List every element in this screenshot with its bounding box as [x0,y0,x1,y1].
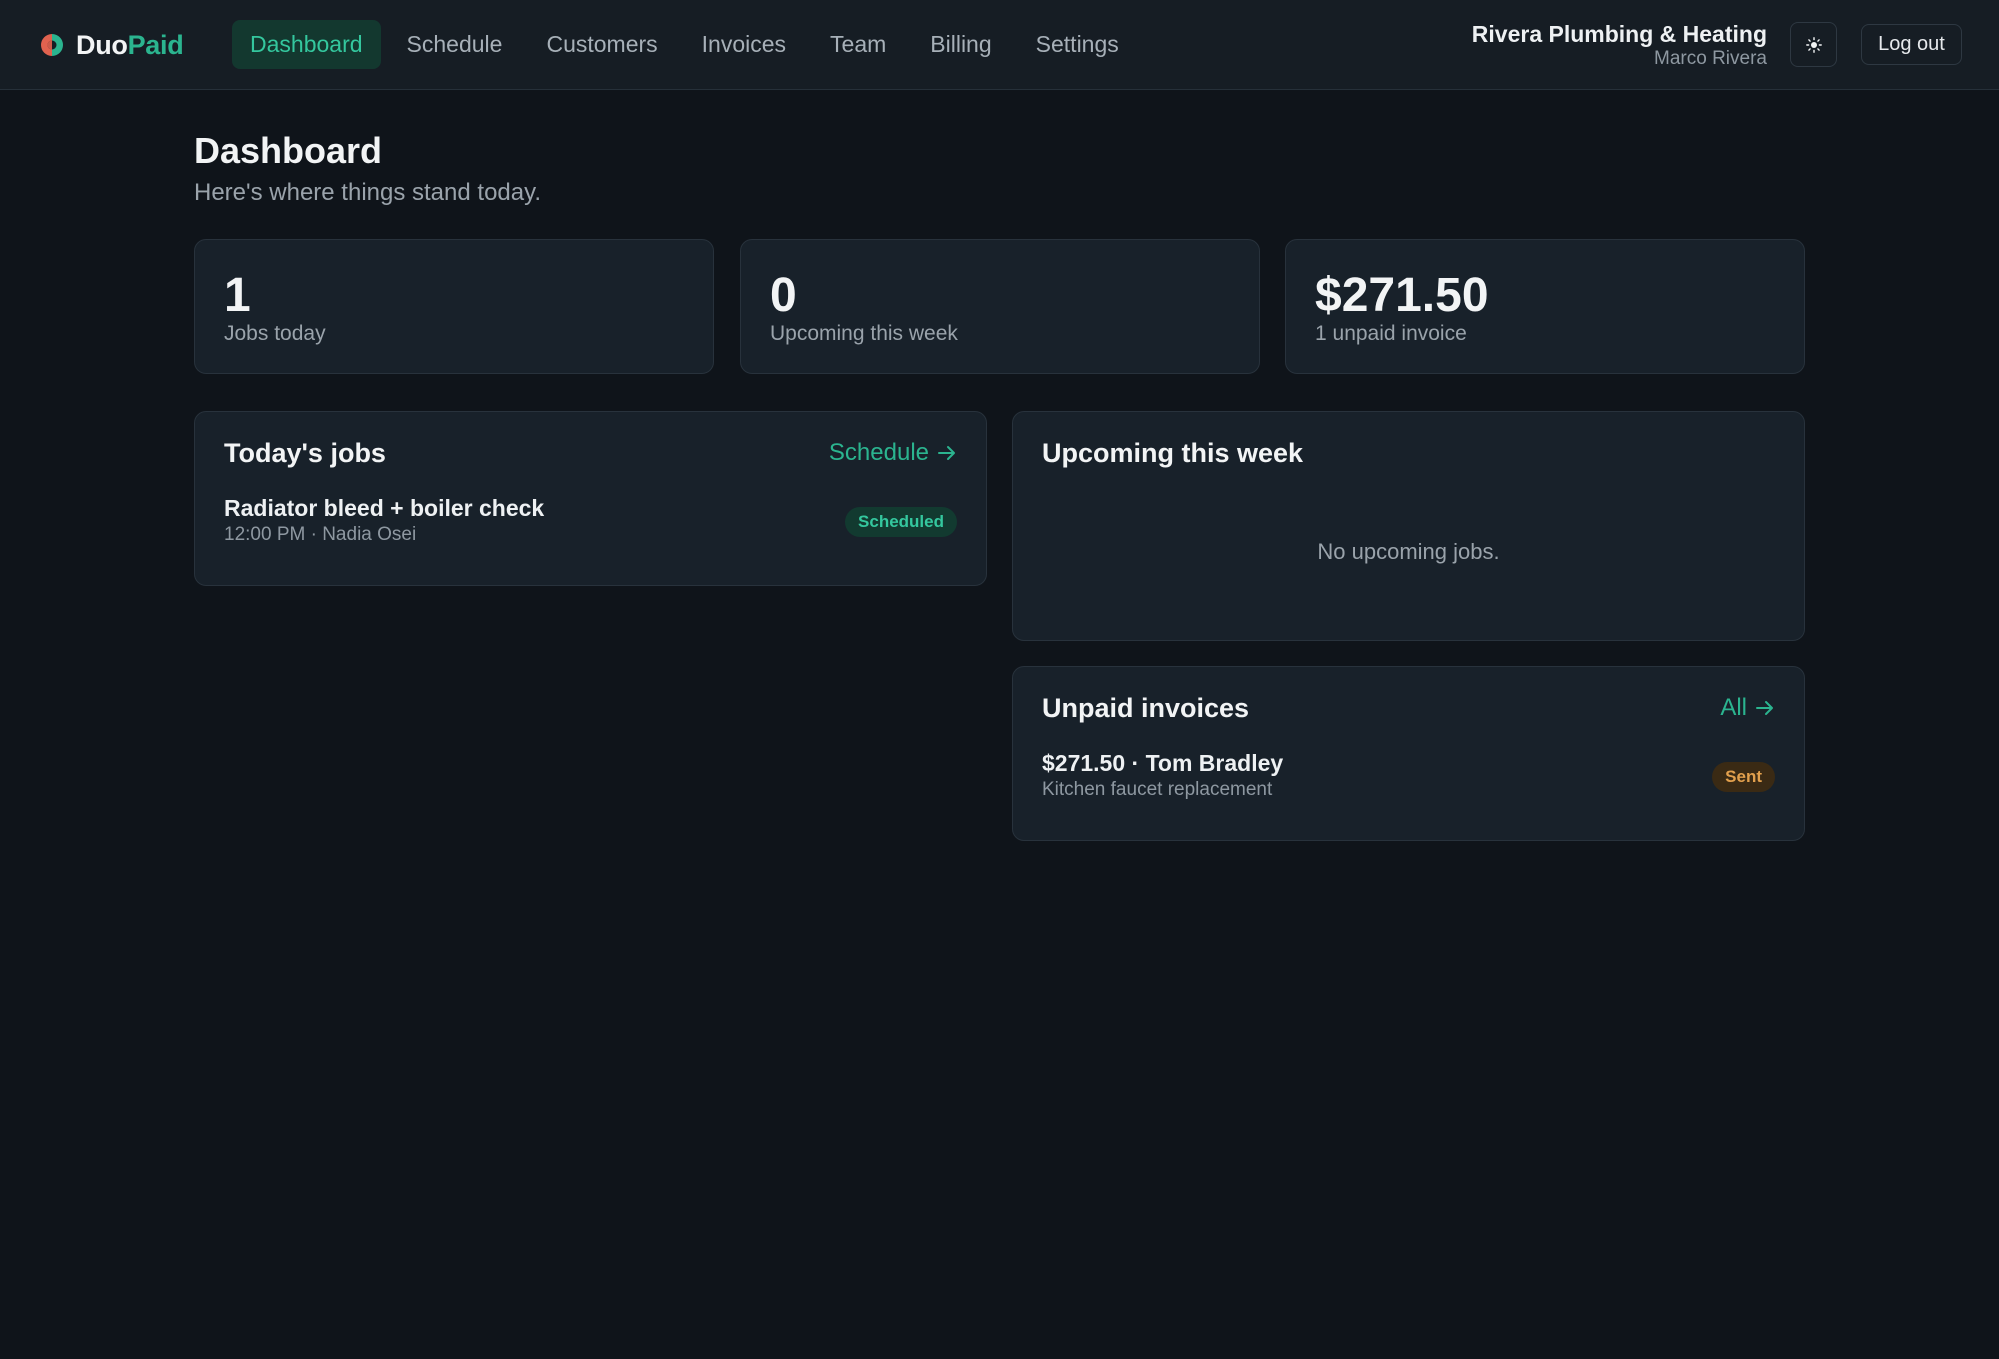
link-label: Schedule [828,439,929,466]
stat-card-upcoming: 0 Upcoming this week [740,239,1260,374]
arrow-right-icon [938,446,955,460]
brand-logo[interactable]: DuoPaid [40,28,184,62]
nav-billing[interactable]: Billing [912,20,1009,69]
status-badge: Scheduled [845,507,957,537]
status-badge: Sent [1712,762,1775,792]
invoice-title: $271.50 · Tom Bradley [1042,750,1284,776]
nav-invoices[interactable]: Invoices [684,20,804,69]
card-title: Unpaid invoices [1042,693,1250,723]
card-title: Today's jobs [224,438,386,468]
nav-team[interactable]: Team [812,20,904,69]
nav-schedule[interactable]: Schedule [389,20,521,69]
invoice-description: Kitchen faucet replacement [1042,779,1273,800]
stat-card-jobs-today: 1 Jobs today [194,239,714,374]
org-name: Rivera Plumbing & Heating [1471,21,1767,47]
nav-dashboard[interactable]: Dashboard [232,20,381,69]
stat-label: Upcoming this week [770,322,958,345]
all-invoices-link[interactable]: All [1720,694,1775,722]
card-title: Upcoming this week [1042,438,1304,468]
sun-icon [1805,36,1822,53]
stat-value: 0 [770,269,797,322]
nav-customers[interactable]: Customers [528,20,675,69]
job-time-tech: 12:00 PM · Nadia Osei [224,524,417,545]
arrow-right-icon [1756,701,1773,715]
stat-card-unpaid: $271.50 1 unpaid invoice [1285,239,1805,374]
page-subtitle: Here's where things stand today. [194,179,541,206]
job-title: Radiator bleed + boiler check [224,495,545,521]
brand-name: DuoPaid [76,29,184,60]
todays-jobs-card: Today's jobs Schedule Radiator bleed + b… [194,411,987,586]
logo-icon [41,34,63,56]
link-label: All [1720,694,1747,721]
unpaid-invoices-card: Unpaid invoices All $271.50 · Tom Bradle… [1012,666,1805,841]
schedule-link[interactable]: Schedule [829,439,957,467]
page-title: Dashboard [194,130,383,171]
stat-label: 1 unpaid invoice [1315,322,1467,345]
account-info: Rivera Plumbing & Heating Marco Rivera [1472,20,1767,70]
upcoming-card: Upcoming this week No upcoming jobs. [1012,411,1805,641]
user-name: Marco Rivera [1654,48,1767,69]
theme-toggle-button[interactable] [1790,22,1837,67]
main-nav: Dashboard Schedule Customers Invoices Te… [232,20,1145,69]
stat-value: $271.50 [1315,269,1489,322]
empty-state-text: No upcoming jobs. [1317,539,1500,564]
top-bar: DuoPaid Dashboard Schedule Customers Inv… [0,0,1999,90]
nav-settings[interactable]: Settings [1018,20,1137,69]
stat-label: Jobs today [224,322,326,345]
logout-button[interactable]: Log out [1861,24,1962,65]
stat-value: 1 [224,269,251,322]
